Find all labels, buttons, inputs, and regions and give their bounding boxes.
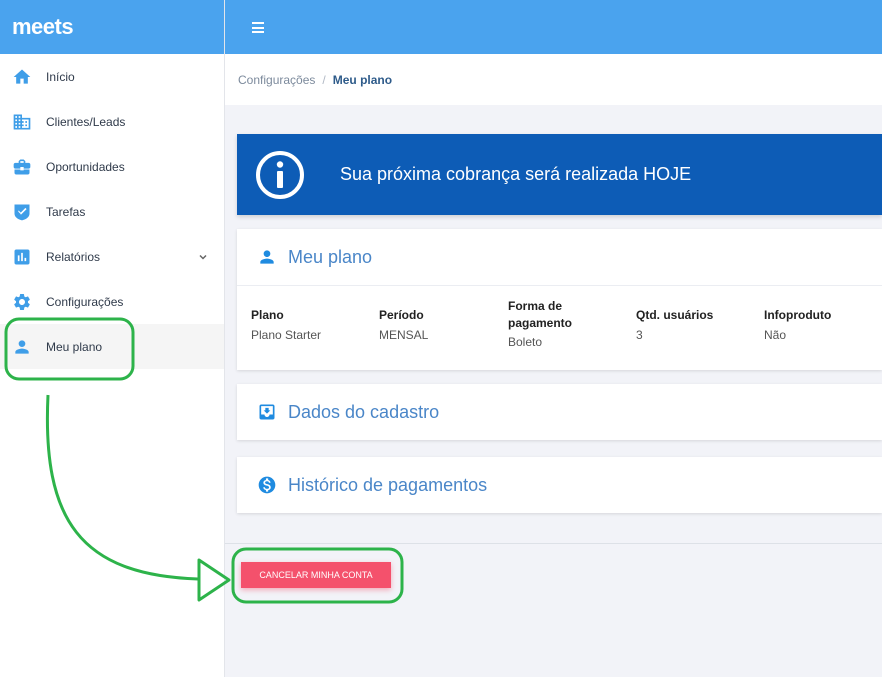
breadcrumb-separator: / bbox=[322, 72, 326, 87]
registration-card-header[interactable]: Dados do cadastro bbox=[237, 384, 882, 440]
home-icon bbox=[12, 67, 32, 87]
sidebar-item-oportunidades[interactable]: Oportunidades bbox=[0, 144, 224, 189]
payment-method-column-header: Forma de pagamento bbox=[508, 299, 573, 330]
plan-card-title: Meu plano bbox=[288, 246, 373, 267]
inbox-download-icon bbox=[257, 402, 277, 422]
building-icon bbox=[12, 112, 32, 132]
bar-chart-icon bbox=[12, 247, 32, 267]
user-icon bbox=[257, 247, 277, 267]
sidebar-item-label: Oportunidades bbox=[46, 159, 125, 174]
sidebar-item-clientes-leads[interactable]: Clientes/Leads bbox=[0, 99, 224, 144]
sidebar-item-meu-plano[interactable]: Meu plano bbox=[0, 324, 224, 369]
plan-card: Meu plano Plano Plano Starter Período ME… bbox=[237, 229, 882, 370]
top-bar bbox=[225, 0, 882, 54]
info-icon bbox=[256, 150, 304, 199]
sidebar-item-label: Tarefas bbox=[46, 204, 86, 219]
billing-alert-text: Sua próxima cobrança será realizada HOJE bbox=[340, 164, 692, 184]
period-column: Período MENSAL bbox=[379, 307, 428, 342]
sidebar-nav: Início Clientes/Leads Oportunidades Tare… bbox=[0, 54, 224, 369]
briefcase-icon bbox=[12, 157, 32, 177]
payment-history-card-header[interactable]: Histórico de pagamentos bbox=[237, 457, 882, 513]
divider bbox=[225, 543, 882, 544]
payment-history-card-title: Histórico de pagamentos bbox=[288, 474, 488, 495]
registration-card: Dados do cadastro bbox=[237, 384, 882, 440]
sidebar-item-relatorios[interactable]: Relatórios bbox=[0, 234, 224, 279]
brand-logo[interactable]: meets bbox=[12, 14, 74, 40]
sidebar-item-label: Relatórios bbox=[46, 249, 101, 264]
breadcrumb-current: Meu plano bbox=[332, 72, 393, 87]
infoproduct-column-header: Infoproduto bbox=[764, 308, 832, 322]
cancel-account-button[interactable]: CANCELAR MINHA CONTA bbox=[241, 562, 391, 588]
payment-method-column-value: Boleto bbox=[508, 335, 543, 349]
check-shield-icon bbox=[12, 202, 32, 222]
sidebar-item-label: Configurações bbox=[46, 294, 124, 309]
plan-details: Plano Plano Starter Período MENSAL Forma… bbox=[237, 285, 882, 370]
users-column: Qtd. usuários 3 bbox=[636, 307, 713, 342]
menu-icon[interactable] bbox=[252, 22, 264, 33]
sidebar: meets Início Clientes/Leads Oportunidade… bbox=[0, 0, 225, 677]
payment-method-column: Forma de pagamento Boleto bbox=[508, 298, 588, 349]
sidebar-item-configuracoes[interactable]: Configurações bbox=[0, 279, 224, 324]
infoproduct-column-value: Não bbox=[764, 328, 787, 342]
registration-card-title: Dados do cadastro bbox=[288, 401, 440, 422]
sidebar-item-inicio[interactable]: Início bbox=[0, 54, 224, 99]
brand-header: meets bbox=[0, 0, 224, 54]
sidebar-item-label: Meu plano bbox=[46, 339, 103, 354]
breadcrumb: Configurações / Meu plano bbox=[225, 54, 882, 105]
plan-column-header: Plano bbox=[251, 308, 284, 322]
sidebar-item-label: Início bbox=[46, 69, 75, 84]
plan-column-value: Plano Starter bbox=[251, 328, 322, 342]
users-column-header: Qtd. usuários bbox=[636, 308, 714, 322]
billing-alert-banner: Sua próxima cobrança será realizada HOJE bbox=[237, 134, 882, 215]
sidebar-item-tarefas[interactable]: Tarefas bbox=[0, 189, 224, 234]
period-column-value: MENSAL bbox=[379, 328, 429, 342]
user-icon bbox=[12, 337, 32, 357]
chevron-down-icon[interactable] bbox=[198, 249, 208, 260]
sidebar-item-label: Clientes/Leads bbox=[46, 114, 126, 129]
plan-card-header[interactable]: Meu plano bbox=[237, 229, 882, 285]
plan-column: Plano Plano Starter bbox=[251, 307, 321, 342]
breadcrumb-parent-link[interactable]: Configurações bbox=[238, 73, 315, 87]
period-column-header: Período bbox=[379, 308, 424, 322]
dollar-circle-icon bbox=[257, 475, 277, 495]
gear-icon bbox=[12, 292, 32, 312]
users-column-value: 3 bbox=[636, 328, 643, 342]
infoproduct-column: Infoproduto Não bbox=[764, 307, 831, 342]
payment-history-card: Histórico de pagamentos bbox=[237, 457, 882, 513]
